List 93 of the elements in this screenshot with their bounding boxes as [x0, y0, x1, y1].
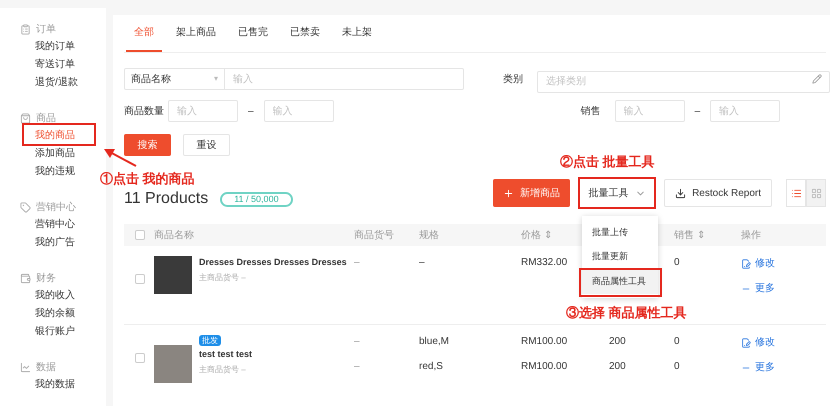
- download-icon: [675, 188, 686, 198]
- table-cell: RM100.00: [521, 335, 568, 348]
- tab[interactable]: 架上商品: [168, 15, 224, 52]
- table-cell: 0: [674, 256, 680, 269]
- sidebar-item[interactable]: 我的广告: [20, 234, 106, 252]
- more-link[interactable]: 更多: [741, 360, 775, 375]
- section-title: 财务: [36, 272, 56, 286]
- tab[interactable]: 已禁卖: [282, 15, 328, 52]
- restock-report-button[interactable]: Restock Report: [664, 179, 772, 207]
- grid-icon: [810, 188, 822, 198]
- sidebar-item[interactable]: 我的订单: [20, 38, 106, 56]
- wholesale-tag: 批发: [199, 335, 221, 346]
- column-header: 商品名称: [154, 228, 194, 242]
- input-field[interactable]: 输入: [710, 100, 780, 122]
- sidebar-item[interactable]: 营销中心: [20, 216, 106, 234]
- product-name: Dresses Dresses Dresses Dresses: [199, 256, 347, 269]
- annotation-text: ③选择 商品属性工具: [566, 305, 687, 321]
- filter-label: 商品数量: [124, 104, 165, 118]
- column-header: 规格: [419, 228, 439, 242]
- table-cell: –: [354, 256, 360, 269]
- section-icon: [20, 272, 31, 284]
- add-product-button[interactable]: 新增商品: [493, 179, 570, 207]
- table-cell: –: [419, 256, 425, 269]
- input-field[interactable]: 输入: [168, 100, 238, 122]
- range-separator: –: [694, 104, 700, 118]
- column-header: 商品货号: [354, 228, 394, 242]
- filter-label: 类别: [503, 72, 524, 86]
- sidebar-item[interactable]: 银行账户: [20, 323, 106, 341]
- annotation-arrow: [102, 146, 138, 168]
- sidebar-item[interactable]: 我的收入: [20, 287, 106, 305]
- products-count-title: 11 Products: [124, 190, 208, 208]
- photo-placeholder: [154, 345, 192, 383]
- quota-badge: 11 / 50,000: [220, 192, 293, 207]
- grid-view-button[interactable]: [806, 179, 826, 207]
- parent-sku: 主商品货号 –: [199, 272, 247, 284]
- table-cell: RM100.00: [521, 360, 568, 373]
- checkbox[interactable]: [135, 353, 145, 363]
- range-separator: –: [248, 104, 254, 118]
- reset-button[interactable]: 重设: [183, 134, 230, 156]
- input-field[interactable]: 输入: [614, 100, 685, 122]
- product-name: test test test: [199, 348, 252, 361]
- section-icon: [20, 112, 31, 124]
- table-cell: –: [354, 360, 360, 373]
- table-cell: RM332.00: [521, 256, 568, 269]
- field-select[interactable]: 商品名称 ▾: [125, 69, 225, 89]
- column-header: 销售 ⇕: [674, 228, 705, 242]
- list-view-button[interactable]: [786, 179, 806, 207]
- column-header: 价格 ⇕: [521, 228, 552, 242]
- menu-item[interactable]: 商品属性工具: [582, 269, 658, 294]
- section-title: 营销中心: [36, 200, 76, 214]
- more-link[interactable]: 更多: [741, 281, 775, 296]
- name-filter-field[interactable]: 商品名称 ▾ 输入: [124, 68, 464, 90]
- section-icon: [20, 362, 31, 372]
- table-cell: red,S: [419, 360, 443, 373]
- sidebar-item[interactable]: 添加商品: [20, 145, 106, 163]
- checkbox[interactable]: [135, 230, 145, 240]
- sidebar-item[interactable]: 我的商品: [20, 127, 106, 145]
- sidebar-item[interactable]: 寄送订单: [20, 56, 106, 74]
- tab[interactable]: 已售完: [230, 15, 276, 52]
- edit-icon: [741, 338, 751, 348]
- sidebar-item[interactable]: 退货/退款: [20, 74, 106, 92]
- table-cell: blue,M: [419, 335, 450, 348]
- table-cell: 200: [609, 335, 626, 348]
- annotation-text: ①点击 我的商品: [100, 171, 195, 187]
- table-cell: 200: [609, 360, 626, 373]
- search-button[interactable]: 搜索: [124, 134, 171, 156]
- section-icon: [20, 202, 31, 212]
- edit-link[interactable]: 修改: [741, 256, 775, 271]
- category-field[interactable]: 选择类别: [537, 70, 830, 92]
- photo-placeholder: [154, 256, 192, 294]
- sidebar-item[interactable]: 我的数据: [20, 376, 106, 394]
- edit-icon: [741, 258, 751, 268]
- menu-item[interactable]: 批量更新: [582, 244, 658, 270]
- table-cell: 0: [674, 360, 680, 373]
- tab[interactable]: 全部: [126, 15, 162, 52]
- edit-icon: [812, 74, 822, 84]
- sidebar-item[interactable]: 我的余额: [20, 305, 106, 323]
- column-header: 操作: [741, 228, 761, 242]
- parent-sku: 主商品货号 –: [199, 364, 247, 376]
- edit-link[interactable]: 修改: [741, 335, 775, 350]
- plus-icon: [503, 188, 514, 198]
- input-field[interactable]: 输入: [264, 100, 334, 122]
- section-title: 订单: [36, 22, 56, 36]
- table-cell: 0: [674, 335, 680, 348]
- annotation-text: ②点击 批量工具: [560, 154, 655, 170]
- filter-label: 销售: [580, 104, 602, 118]
- checkbox[interactable]: [135, 274, 145, 284]
- section-title: 数据: [36, 360, 56, 374]
- table-cell: –: [354, 335, 360, 348]
- section-icon: [20, 24, 31, 34]
- menu-item[interactable]: 批量上传: [582, 220, 658, 245]
- tab[interactable]: 未上架: [334, 15, 380, 52]
- section-title: 商品: [36, 112, 56, 126]
